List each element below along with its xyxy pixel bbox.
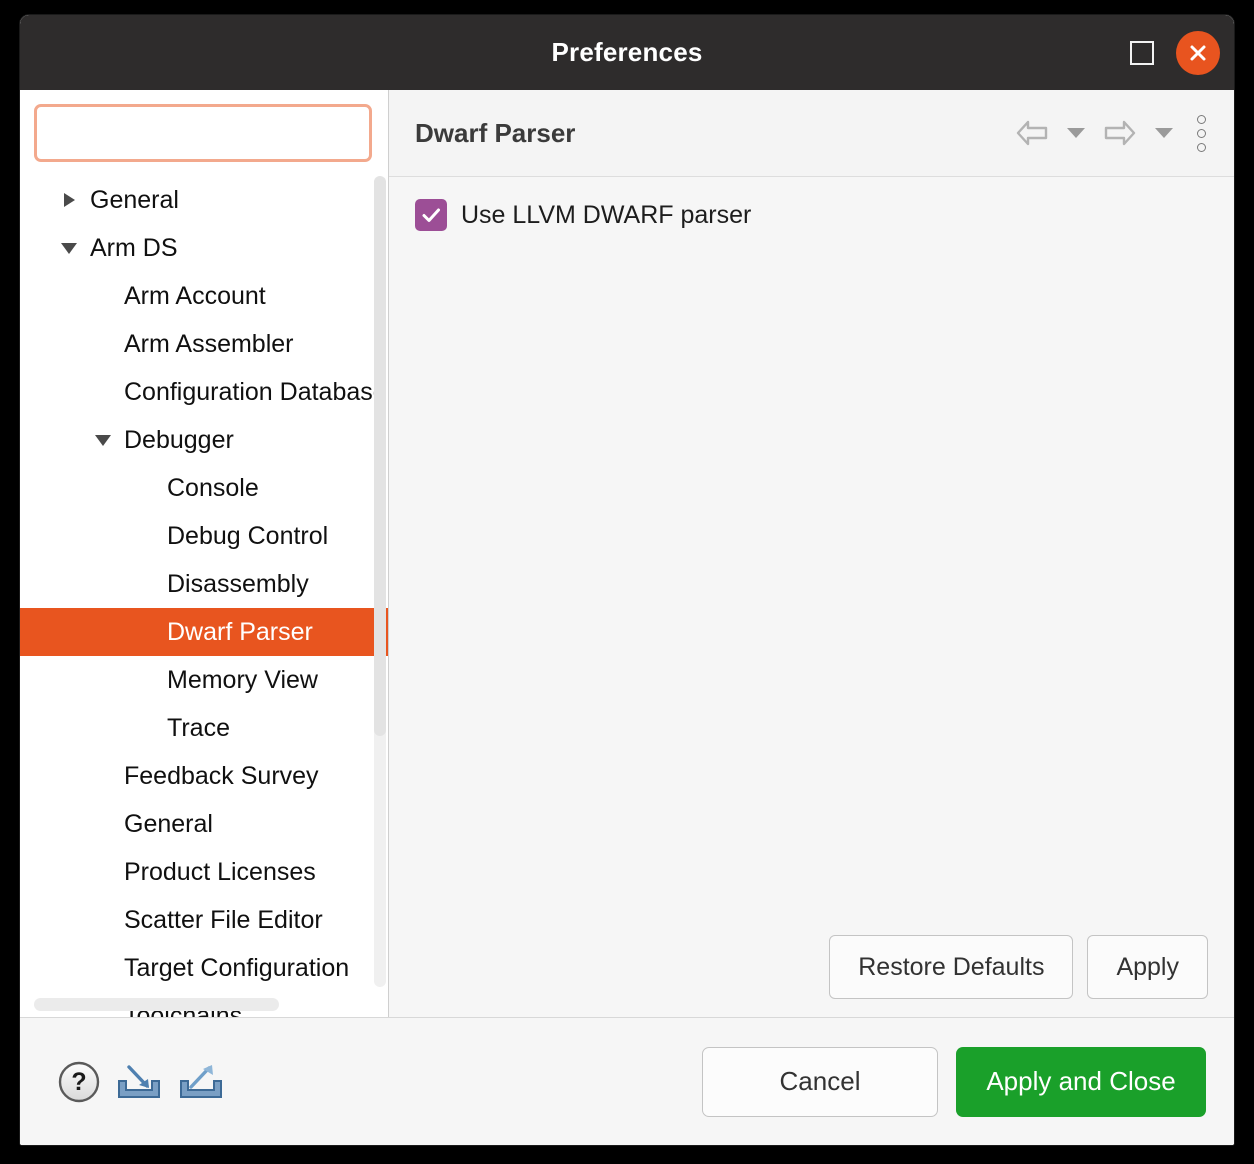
kebab-dot bbox=[1197, 114, 1206, 124]
sidebar-item-scatter-file-editor[interactable]: Scatter File Editor bbox=[20, 896, 388, 944]
panel-action-buttons: Restore Defaults Apply bbox=[829, 935, 1208, 999]
svg-text:?: ? bbox=[71, 1068, 86, 1096]
triangle-down bbox=[95, 434, 111, 446]
sidebar-item-label: Console bbox=[167, 473, 259, 502]
sidebar-item-label: Arm Assembler bbox=[124, 329, 294, 358]
chevron-down-icon bbox=[1067, 128, 1085, 138]
use-llvm-dwarf-parser-checkbox[interactable] bbox=[415, 199, 447, 231]
sidebar-item-console[interactable]: Console bbox=[20, 464, 388, 512]
kebab-dot bbox=[1197, 128, 1206, 138]
panel-content: Use LLVM DWARF parser Restore Defaults A… bbox=[389, 177, 1234, 1017]
maximize-icon[interactable] bbox=[1130, 40, 1154, 65]
sidebar-item-general[interactable]: General bbox=[20, 800, 388, 848]
sidebar-item-label: Debugger bbox=[124, 425, 234, 454]
sidebar-item-label: Trace bbox=[167, 713, 230, 742]
sidebar-item-label: Feedback Survey bbox=[124, 761, 319, 790]
sidebar-item-label: Configuration Database bbox=[124, 377, 387, 406]
sidebar-item-label: Arm Account bbox=[124, 281, 266, 310]
triangle-right bbox=[63, 193, 75, 207]
help-icon[interactable]: ? bbox=[56, 1059, 102, 1105]
sidebar-item-trace[interactable]: Trace bbox=[20, 704, 388, 752]
checkmark-icon bbox=[422, 208, 440, 222]
back-button[interactable] bbox=[1011, 115, 1053, 151]
chevron-down-icon bbox=[1155, 128, 1173, 138]
sidebar-item-debug-control[interactable]: Debug Control bbox=[20, 512, 388, 560]
sidebar-item-label: General bbox=[124, 809, 213, 838]
footer-icon-group: ? bbox=[56, 1059, 702, 1105]
close-button[interactable] bbox=[1176, 30, 1220, 75]
window-title: Preferences bbox=[551, 37, 703, 67]
search-input[interactable] bbox=[34, 104, 372, 162]
sidebar-item-arm-account[interactable]: Arm Account bbox=[20, 272, 388, 320]
preferences-main-panel: Dwarf Parser Use LLVM DWARF parser Resto… bbox=[389, 90, 1234, 1017]
sidebar-item-label: General bbox=[90, 185, 179, 214]
chevron-right-icon[interactable] bbox=[58, 189, 80, 211]
window-controls bbox=[1130, 15, 1220, 90]
chevron-down-icon[interactable] bbox=[92, 429, 114, 451]
export-icon[interactable] bbox=[176, 1059, 226, 1105]
sidebar-item-general[interactable]: General bbox=[20, 176, 388, 224]
sidebar-item-feedback-survey[interactable]: Feedback Survey bbox=[20, 752, 388, 800]
sidebar-item-disassembly[interactable]: Disassembly bbox=[20, 560, 388, 608]
forward-history-dropdown[interactable] bbox=[1151, 124, 1177, 142]
kebab-dot bbox=[1197, 142, 1206, 152]
page-title: Dwarf Parser bbox=[415, 117, 576, 148]
back-arrow-icon bbox=[1016, 120, 1048, 146]
sidebar-item-label: Scatter File Editor bbox=[124, 905, 323, 934]
sidebar-item-arm-assembler[interactable]: Arm Assembler bbox=[20, 320, 388, 368]
title-bar: Preferences bbox=[20, 15, 1234, 90]
import-icon[interactable] bbox=[114, 1059, 164, 1105]
sidebar-item-label: Target Configuration bbox=[124, 953, 350, 982]
tree-vertical-scroll-thumb[interactable] bbox=[374, 176, 386, 736]
panel-header: Dwarf Parser bbox=[389, 90, 1234, 177]
sidebar-item-label: Disassembly bbox=[167, 569, 309, 598]
tree-vertical-scrollbar[interactable] bbox=[374, 176, 386, 987]
use-llvm-dwarf-parser-option[interactable]: Use LLVM DWARF parser bbox=[415, 199, 1234, 231]
sidebar-item-dwarf-parser[interactable]: Dwarf Parser bbox=[20, 608, 388, 656]
sidebar-item-label: Dwarf Parser bbox=[167, 617, 313, 646]
triangle-down bbox=[61, 242, 77, 254]
footer-action-buttons: Cancel Apply and Close bbox=[702, 1046, 1206, 1117]
cancel-button[interactable]: Cancel bbox=[702, 1046, 938, 1117]
forward-arrow-icon bbox=[1104, 120, 1136, 146]
forward-button[interactable] bbox=[1099, 115, 1141, 151]
sidebar-item-memory-view[interactable]: Memory View bbox=[20, 656, 388, 704]
sidebar-item-arm-ds[interactable]: Arm DS bbox=[20, 224, 388, 272]
tree-horizontal-scrollbar[interactable] bbox=[34, 998, 362, 1011]
tree-horizontal-scroll-thumb[interactable] bbox=[34, 998, 279, 1011]
use-llvm-dwarf-parser-label: Use LLVM DWARF parser bbox=[461, 200, 752, 229]
sidebar-item-product-licenses[interactable]: Product Licenses bbox=[20, 848, 388, 896]
preferences-sidebar: General Arm DS Arm Account Arm Assembler Con… bbox=[20, 90, 389, 1017]
kebab-menu-icon[interactable] bbox=[1187, 111, 1216, 156]
panel-toolbar bbox=[1011, 111, 1216, 156]
close-icon bbox=[1190, 45, 1206, 60]
sidebar-item-label: Arm DS bbox=[90, 233, 178, 262]
sidebar-item-configuration-database[interactable]: Configuration Database bbox=[20, 368, 388, 416]
sidebar-item-label: Product Licenses bbox=[124, 857, 316, 886]
search-container bbox=[20, 90, 388, 162]
sidebar-item-debugger[interactable]: Debugger bbox=[20, 416, 388, 464]
apply-button[interactable]: Apply bbox=[1087, 935, 1208, 999]
dialog-footer: ? Cancel Apply and Close bbox=[20, 1017, 1234, 1145]
sidebar-item-target-configuration[interactable]: Target Configuration bbox=[20, 944, 388, 992]
chevron-down-icon[interactable] bbox=[58, 237, 80, 259]
preferences-dialog: Preferences General Arm DS Arm Account Arm … bbox=[20, 15, 1234, 1145]
back-history-dropdown[interactable] bbox=[1063, 124, 1089, 142]
sidebar-item-label: Memory View bbox=[167, 665, 318, 694]
sidebar-item-label: Debug Control bbox=[167, 521, 329, 550]
restore-defaults-button[interactable]: Restore Defaults bbox=[829, 935, 1074, 999]
preferences-tree[interactable]: General Arm DS Arm Account Arm Assembler Con… bbox=[20, 176, 388, 1017]
dialog-body: General Arm DS Arm Account Arm Assembler Con… bbox=[20, 90, 1234, 1017]
apply-and-close-button[interactable]: Apply and Close bbox=[956, 1046, 1206, 1117]
